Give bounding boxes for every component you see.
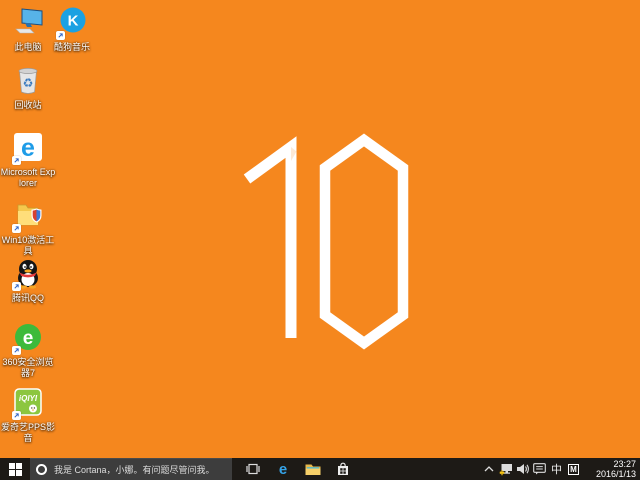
action-center-icon — [533, 463, 546, 475]
shortcut-arrow-icon — [12, 411, 21, 420]
shortcut-arrow-icon — [56, 31, 65, 40]
action-center-button[interactable] — [531, 458, 548, 480]
cortana-circle-icon — [36, 464, 47, 475]
network-warning-icon — [499, 463, 513, 476]
task-view-button[interactable] — [238, 458, 268, 480]
svg-text:e: e — [23, 328, 34, 349]
chevron-up-icon — [484, 466, 494, 472]
file-explorer-icon — [305, 463, 321, 476]
desktop-icon-label: Win10激活工具 — [0, 235, 56, 257]
taskbar-clock[interactable]: 23:27 2016/1/13 — [582, 459, 640, 479]
desktop-icon-label: 酷狗音乐 — [44, 42, 100, 53]
desktop-icon-recycle-bin[interactable]: ♻ 回收站 — [0, 64, 56, 111]
qq-penguin-icon — [11, 257, 45, 291]
taskbar-center-icons: e — [238, 458, 358, 480]
cortana-search-box[interactable]: 我是 Cortana，小娜。有问题尽管问我。 — [30, 458, 232, 480]
desktop-icon-label: 爱奇艺PPS影音 — [0, 422, 56, 444]
ime-mode-button[interactable]: 中 — [548, 458, 565, 480]
svg-text:iQIYI: iQIYI — [19, 394, 38, 403]
clock-date: 2016/1/13 — [582, 469, 636, 479]
desktop-icon-label: 腾讯QQ — [0, 293, 56, 304]
task-view-icon — [245, 462, 261, 476]
taskbar: 我是 Cortana，小娜。有问题尽管问我。 e — [0, 458, 640, 480]
this-pc-icon — [11, 6, 45, 40]
desktop-surface[interactable]: 此电脑 K 酷狗音乐 ♻ 回收站 e — [0, 0, 640, 458]
start-button[interactable] — [0, 458, 30, 480]
win10-activator-icon — [11, 199, 45, 233]
windows-logo-icon — [9, 463, 22, 476]
clock-time: 23:27 — [582, 459, 636, 469]
system-tray: 中 M 23:27 2016/1/13 — [480, 458, 640, 480]
iqiyi-pps-icon: iQIYI — [11, 386, 45, 420]
svg-text:♻: ♻ — [23, 76, 34, 90]
desktop-icon-label: 回收站 — [0, 100, 56, 111]
desktop-icon-360-browser[interactable]: e 360安全浏览器7 — [0, 321, 56, 379]
desktop-icon-tencent-qq[interactable]: 腾讯QQ — [0, 257, 56, 304]
file-explorer-button[interactable] — [298, 458, 328, 480]
shortcut-arrow-icon — [12, 224, 21, 233]
edge-icon: e — [279, 461, 287, 478]
recycle-bin-icon: ♻ — [11, 64, 45, 98]
ime-brand-button[interactable]: M — [565, 458, 582, 480]
desktop-icon-iqiyi-pps[interactable]: iQIYI 爱奇艺PPS影音 — [0, 386, 56, 444]
desktop-icon-kugou-music[interactable]: K 酷狗音乐 — [44, 6, 100, 53]
shortcut-arrow-icon — [12, 346, 21, 355]
search-placeholder-text: 我是 Cortana，小娜。有问题尽管问我。 — [54, 463, 215, 476]
tray-overflow-button[interactable] — [480, 458, 497, 480]
ime-mode-indicator: 中 — [551, 461, 562, 477]
edge-browser-icon: e — [11, 131, 45, 165]
edge-taskbar-button[interactable]: e — [268, 458, 298, 480]
shortcut-arrow-icon — [12, 156, 21, 165]
desktop-icon-label: 360安全浏览器7 — [0, 357, 56, 379]
windows-10-logo — [238, 132, 418, 350]
shortcut-arrow-icon — [12, 282, 21, 291]
desktop-icon-win10-activator[interactable]: Win10激活工具 — [0, 199, 56, 257]
volume-button[interactable] — [514, 458, 531, 480]
network-status-button[interactable] — [497, 458, 514, 480]
store-button[interactable] — [328, 458, 358, 480]
store-icon — [336, 462, 350, 476]
svg-text:e: e — [21, 134, 35, 162]
desktop-icon-microsoft-explorer[interactable]: e Microsoft Explorer — [0, 131, 56, 189]
svg-text:K: K — [68, 13, 79, 30]
speaker-icon — [516, 463, 530, 475]
ime-brand-badge: M — [568, 464, 579, 475]
desktop-icon-label: Microsoft Explorer — [0, 167, 56, 189]
360-browser-icon: e — [11, 321, 45, 355]
kugou-music-icon: K — [55, 6, 89, 40]
